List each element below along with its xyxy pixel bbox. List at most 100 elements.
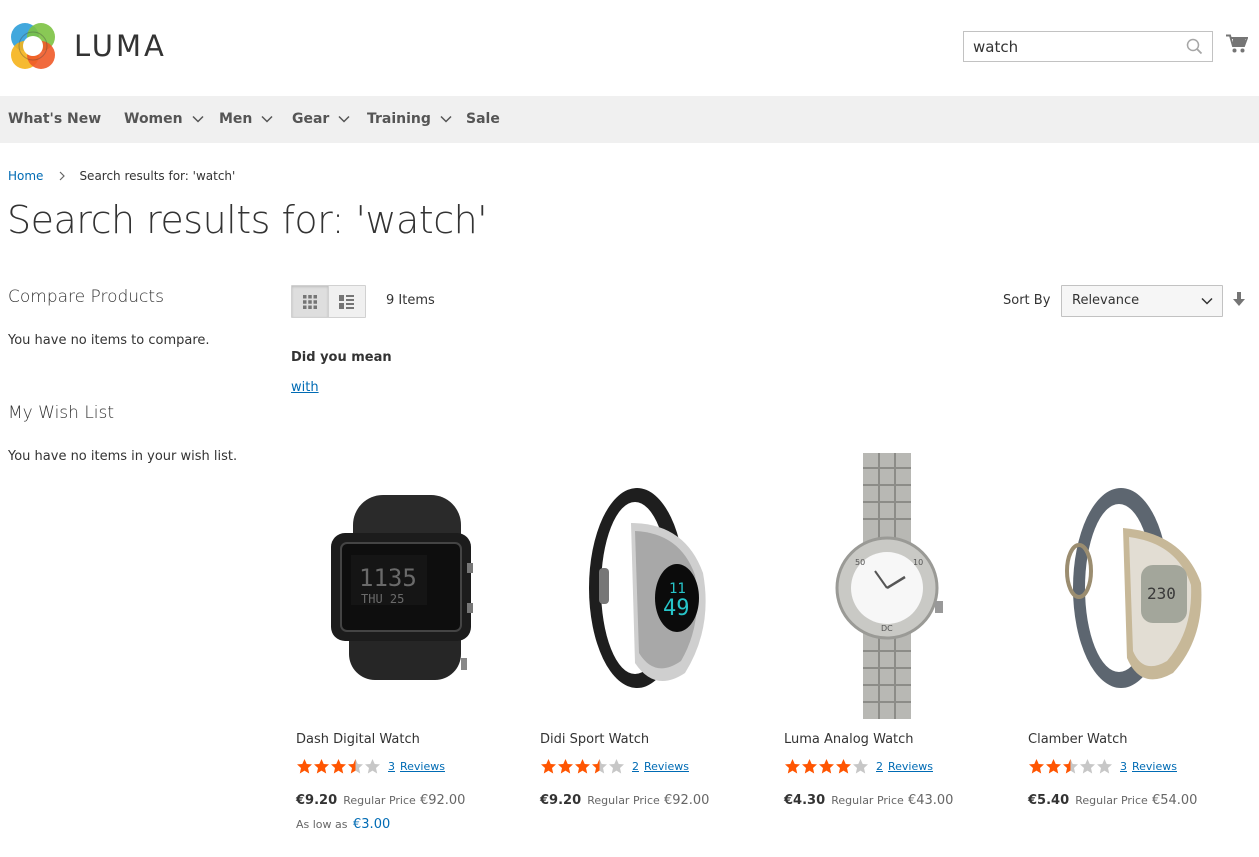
reviews-count: 3 [388,760,395,773]
rating-stars [784,758,869,775]
page-title: Search results for: 'watch' [7,198,488,242]
nav-item-label: Men [219,111,253,127]
product-price: €9.20 Regular Price €92.00 [540,793,709,808]
nav-item-gear[interactable]: Gear [292,111,350,127]
reviews-count: 3 [1120,760,1127,773]
star-icon [609,759,624,774]
product-name[interactable]: Dash Digital Watch [296,732,420,747]
breadcrumb-current: Search results for: 'watch' [79,169,236,183]
sort-by-select[interactable]: Relevance [1061,285,1223,317]
svg-text:50: 50 [855,558,865,567]
product-price: €4.30 Regular Price €43.00 [784,793,953,808]
did-you-mean-suggestion-link[interactable]: with [291,380,319,395]
reviews-link[interactable]: 2 Reviews [876,760,933,773]
search-box [963,31,1213,62]
product-image[interactable]: 50 10 DC [779,453,1009,719]
product-image[interactable]: 230 [1023,453,1253,719]
reviews-link[interactable]: 2 Reviews [632,760,689,773]
nav-item-sale[interactable]: Sale [466,111,500,127]
nav-item-women[interactable]: Women [124,111,204,127]
regular-price: €43.00 [907,793,954,808]
special-price: €9.20 [540,793,582,808]
product-price: €9.20 Regular Price €92.00 [296,793,465,808]
reviews-count: 2 [632,760,639,773]
regular-price-label: Regular Price [1075,794,1148,807]
special-price: €9.20 [296,793,338,808]
product-name[interactable]: Didi Sport Watch [540,732,649,747]
star-icon [785,759,800,774]
nav-item-label: Training [367,111,431,127]
regular-price-label: Regular Price [343,794,416,807]
star-icon [836,759,851,774]
nav-item-label: What's New [8,111,102,127]
product-rating: 3 Reviews [296,758,445,775]
regular-price-label: Regular Price [587,794,660,807]
reviews-label: Reviews [400,760,445,773]
regular-price: €92.00 [663,793,710,808]
header: LUMA [0,0,1259,96]
main-nav: What's New Women Men Gear Training Sale [0,96,1259,143]
nav-item-whats-new[interactable]: What's New [8,111,101,127]
svg-text:1135: 1135 [359,564,417,592]
cart-icon[interactable] [1226,34,1249,58]
chevron-down-icon [1201,297,1213,305]
svg-text:49: 49 [663,596,690,621]
product-rating: 2 Reviews [784,758,933,775]
rating-stars [540,758,625,775]
search-icon[interactable] [1186,38,1203,59]
sort-by-label: Sort By [1003,293,1051,308]
luma-logo[interactable]: LUMA [8,20,167,72]
list-view-button[interactable] [328,286,365,317]
breadcrumb: Home Search results for: 'watch' [8,169,235,183]
grid-icon [302,294,317,309]
special-price: €4.30 [784,793,826,808]
nav-item-label: Women [124,111,183,127]
star-icon [853,759,868,774]
star-icon [1046,759,1061,774]
svg-text:THU 25: THU 25 [361,592,404,606]
nav-item-men[interactable]: Men [219,111,273,127]
star-icon [558,759,573,774]
as-low-as: As low as €3.00 [296,817,390,832]
luma-logo-icon [11,23,55,69]
star-icon [541,759,556,774]
regular-price-label: Regular Price [831,794,904,807]
reviews-label: Reviews [644,760,689,773]
chevron-down-icon [192,115,204,123]
product-image[interactable]: 49 11 [535,453,765,719]
product-price: €5.40 Regular Price €54.00 [1028,793,1197,808]
rating-stars [1028,758,1113,775]
product-rating: 2 Reviews [540,758,689,775]
product-image[interactable]: 1135 THU 25 [291,453,521,719]
breadcrumb-home-link[interactable]: Home [8,169,43,183]
svg-text:DC: DC [881,624,893,633]
chevron-right-icon [60,171,66,181]
grid-view-button[interactable] [292,286,329,317]
nav-item-label: Gear [292,111,330,127]
star-icon [1097,759,1112,774]
sort-direction-arrow-icon[interactable] [1233,292,1245,311]
compare-empty-text: You have no items to compare. [8,333,210,348]
logo-text: LUMA [74,29,167,63]
sort-by-value: Relevance [1072,293,1140,308]
did-you-mean-label: Did you mean [291,350,392,365]
compare-products-title: Compare Products [8,287,164,307]
search-input[interactable] [964,32,1174,61]
view-mode-switcher [291,285,366,318]
star-icon [331,759,346,774]
product-rating: 3 Reviews [1028,758,1177,775]
regular-price: €54.00 [1151,793,1198,808]
as-low-as-label: As low as [296,818,348,831]
reviews-link[interactable]: 3 Reviews [388,760,445,773]
product-name[interactable]: Clamber Watch [1028,732,1128,747]
reviews-link[interactable]: 3 Reviews [1120,760,1177,773]
nav-item-training[interactable]: Training [367,111,452,127]
reviews-count: 2 [876,760,883,773]
chevron-down-icon [261,115,273,123]
wishlist-title: My Wish List [8,403,115,423]
star-icon [819,759,834,774]
rating-stars [296,758,381,775]
product-name[interactable]: Luma Analog Watch [784,732,914,747]
star-icon [592,759,607,774]
star-icon [575,759,590,774]
